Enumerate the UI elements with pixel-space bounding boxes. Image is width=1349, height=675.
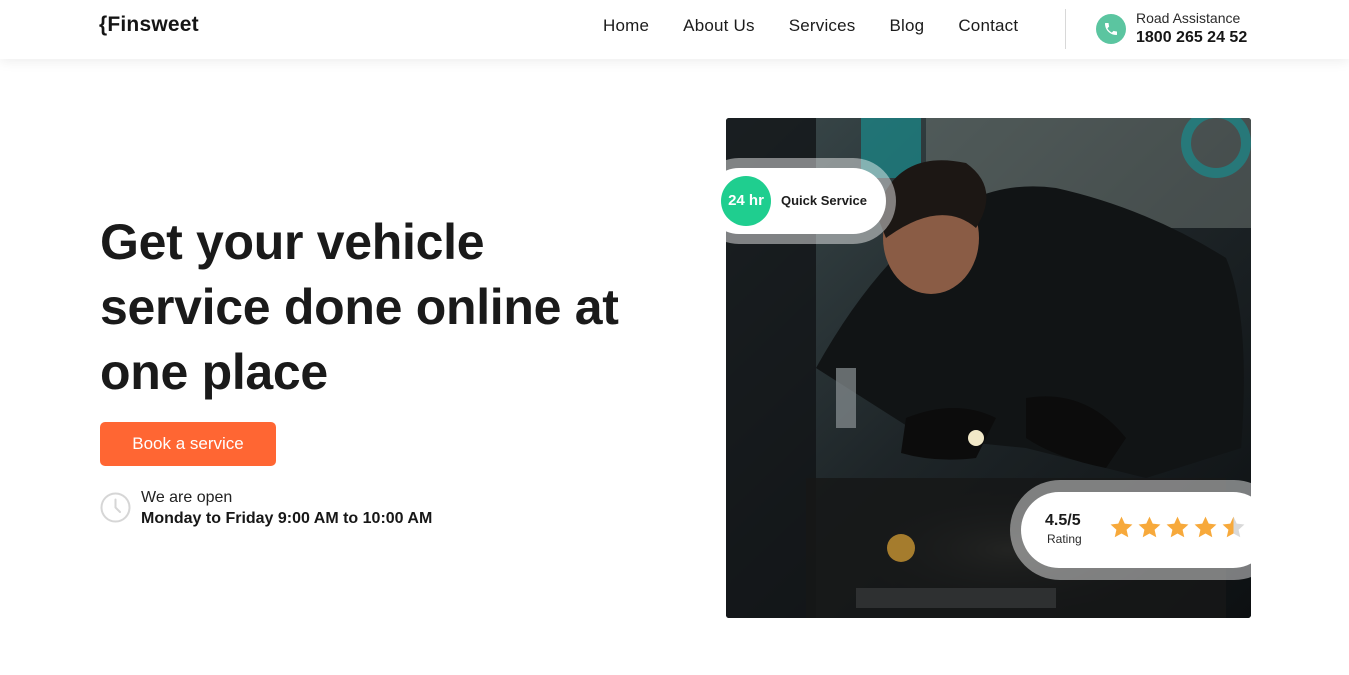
road-assistance-number[interactable]: 1800 265 24 52 — [1136, 29, 1247, 47]
header-divider — [1065, 9, 1066, 49]
star-icon — [1222, 516, 1245, 538]
rating-score: 4.5/5 — [1045, 512, 1081, 529]
badge-text: Quick Service — [781, 193, 867, 208]
phone-icon[interactable] — [1096, 14, 1126, 44]
clock-icon — [100, 492, 131, 523]
star-icon — [1194, 516, 1217, 538]
book-service-button[interactable]: Book a service — [100, 422, 276, 466]
logo[interactable]: {Finsweet — [99, 13, 199, 37]
road-assistance-label: Road Assistance — [1136, 10, 1241, 26]
rating-stars — [1109, 515, 1246, 540]
hero-title: Get your vehicle service done online at … — [100, 214, 619, 400]
star-icon — [1166, 516, 1189, 538]
badge-hours: 24 hr — [721, 176, 771, 226]
nav-blog[interactable]: Blog — [889, 16, 924, 36]
nav-home[interactable]: Home — [603, 16, 649, 36]
nav-services[interactable]: Services — [789, 16, 856, 36]
nav-about-us[interactable]: About Us — [683, 16, 755, 36]
star-icon — [1110, 516, 1133, 538]
site-header: {Finsweet Home About Us Services Blog Co… — [0, 0, 1349, 59]
open-hours: Monday to Friday 9:00 AM to 10:00 AM — [141, 510, 433, 527]
nav-contact[interactable]: Contact — [958, 16, 1018, 36]
main-nav: Home About Us Services Blog Contact — [603, 16, 1052, 36]
rating-label: Rating — [1047, 532, 1082, 546]
open-label: We are open — [141, 489, 233, 506]
star-icon — [1138, 516, 1161, 538]
